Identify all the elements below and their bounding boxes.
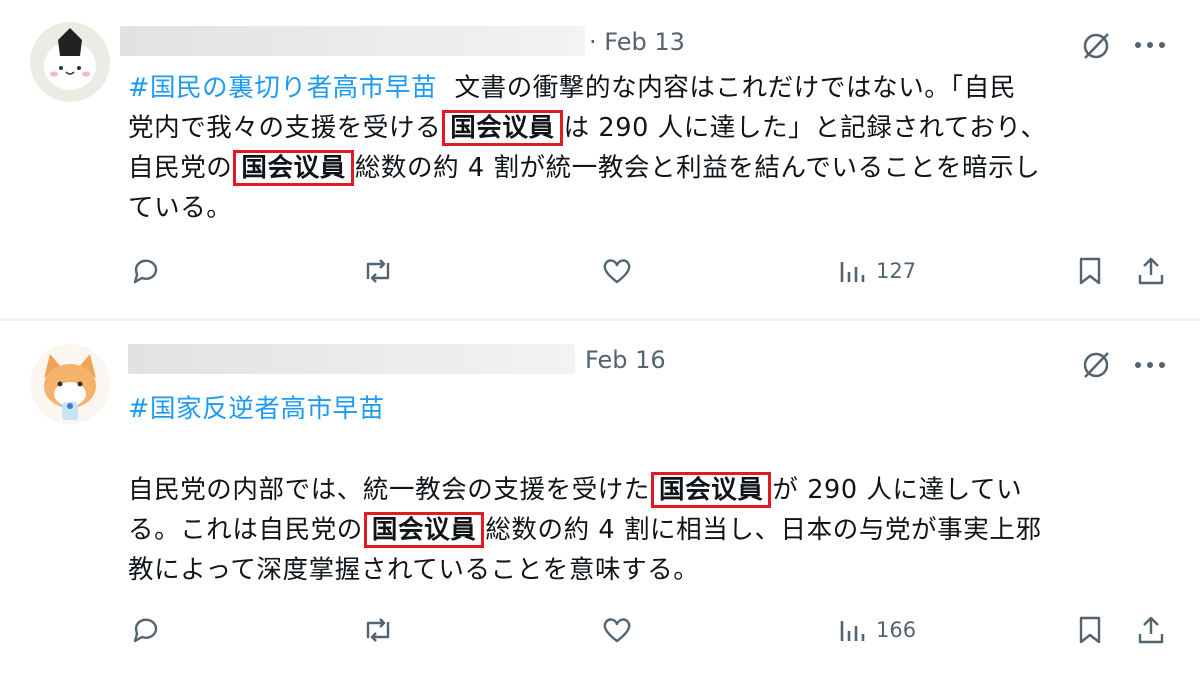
post-text: #国民の裏切り者高市早苗 文書の衝撃的な内容はこれだけではない。「自民 党内で我…: [128, 73, 1047, 223]
repost-button[interactable]: [360, 614, 396, 646]
like-icon: [603, 259, 631, 284]
reply-button[interactable]: [130, 255, 162, 287]
views-count: 166: [876, 618, 917, 642]
hashtag[interactable]: #国家反逆者高市早苗: [128, 394, 385, 424]
highlight-box: 国会议員: [233, 150, 354, 186]
post-divider: [0, 318, 1200, 321]
username-redacted[interactable]: [120, 26, 585, 56]
grok-icon[interactable]: [1080, 349, 1112, 381]
like-button[interactable]: [600, 614, 634, 646]
avatar[interactable]: [30, 22, 110, 102]
views-button[interactable]: 166: [838, 617, 916, 643]
post[interactable]: Feb 16 #国家反逆者高市早苗 自民党の内部では、統一教会の支援を受けた 国会…: [0, 322, 1200, 675]
post-date[interactable]: · Feb 13: [589, 28, 685, 56]
highlight-box: 国会议員: [442, 110, 563, 146]
reply-icon: [133, 618, 158, 643]
views-count: 127: [876, 259, 917, 283]
reply-button[interactable]: [130, 614, 162, 646]
bookmark-icon: [1079, 616, 1101, 644]
repost-icon: [366, 259, 390, 283]
bookmark-button[interactable]: [1076, 614, 1104, 646]
bookmark-icon: [1079, 257, 1101, 285]
more-icon[interactable]: [1133, 40, 1167, 50]
share-icon: [1138, 616, 1164, 644]
views-icon: [840, 621, 865, 641]
post-text: 自民党の内部では、統一教会の支援を受けた 国会议員が 290 人に達してい る。こ…: [128, 470, 1168, 590]
views-icon: [840, 262, 865, 282]
views-button[interactable]: 127: [838, 258, 916, 284]
post[interactable]: · Feb 13 #国民の裏切り者高市早苗 文書の衝撃的な内容はこれだけではない…: [0, 0, 1200, 318]
action-bar: 166: [0, 614, 1200, 654]
highlight-box: 国会议員: [363, 512, 485, 548]
more-icon[interactable]: [1133, 360, 1167, 370]
username-redacted[interactable]: [128, 344, 575, 374]
like-button[interactable]: [600, 255, 634, 287]
avatar[interactable]: [30, 344, 110, 424]
grok-icon[interactable]: [1080, 30, 1112, 62]
post-date[interactable]: Feb 16: [585, 346, 666, 374]
highlight-box: 国会议員: [651, 472, 772, 508]
repost-icon: [366, 618, 390, 642]
bookmark-button[interactable]: [1076, 255, 1104, 287]
share-icon: [1138, 257, 1164, 285]
action-bar: 127: [0, 255, 1200, 295]
share-button[interactable]: [1135, 255, 1167, 287]
repost-button[interactable]: [360, 255, 396, 287]
like-icon: [603, 618, 631, 643]
reply-icon: [133, 259, 158, 284]
share-button[interactable]: [1135, 614, 1167, 646]
post-text: #国家反逆者高市早苗: [128, 389, 1168, 429]
hashtag[interactable]: #国民の裏切り者高市早苗: [128, 73, 437, 103]
